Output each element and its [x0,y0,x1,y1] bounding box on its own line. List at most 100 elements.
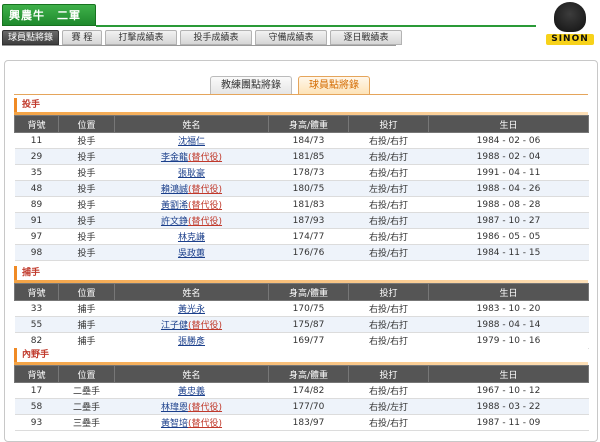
cell-birth: 1984 - 11 - 15 [428,244,589,261]
header-divider [96,25,536,27]
table-row: 35 投手 張耿豪 178/73 右投/右打 1991 - 04 - 11 [14,164,589,181]
table-row: 89 投手 黃劉浠(替代役) 181/83 右投/右打 1988 - 08 - 28 [14,196,589,213]
substitute-service-tag[interactable]: (替代役) [188,321,222,331]
cell-position: 捕手 [58,332,115,349]
cell-position: 投手 [58,196,115,213]
cell-bt: 右投/右打 [348,132,429,149]
cell-number: 55 [14,316,59,333]
player-name-link[interactable]: 黃光永 [178,305,205,315]
cell-hw: 181/83 [268,196,349,213]
cell-hw: 176/76 [268,244,349,261]
cell-birth: 1991 - 04 - 11 [428,164,589,181]
cell-position: 投手 [58,132,115,149]
cell-position: 三壘手 [58,414,115,431]
nav-players[interactable]: 球員點將錄 [2,30,59,45]
substitute-service-tag[interactable]: (替代役) [188,153,222,163]
column-header: 姓名 [114,115,269,133]
cell-birth: 1987 - 10 - 27 [428,212,589,229]
player-name-link[interactable]: 黃劉浠 [161,201,188,211]
table-row: 48 投手 賴鴻誠(替代役) 180/75 左投/右打 1988 - 04 - 26 [14,180,589,197]
table-row: 55 捕手 江子健(替代役) 175/87 右投/右打 1988 - 04 - 14 [14,316,589,333]
table-row: 11 投手 沈福仁 184/73 右投/右打 1984 - 02 - 06 [14,132,589,149]
cell-birth: 1984 - 02 - 06 [428,132,589,149]
cell-hw: 178/73 [268,164,349,181]
column-header: 位置 [58,283,115,301]
table-row: 58 二壘手 林瑋恩(替代役) 177/70 右投/左打 1988 - 03 - 22 [14,398,589,415]
player-name-cell: 黃光永 [114,300,269,317]
player-name-link[interactable]: 沈福仁 [178,137,205,147]
player-name-cell: 許文錚(替代役) [114,212,269,229]
cell-birth: 1988 - 04 - 14 [428,316,589,333]
cell-position: 投手 [58,212,115,229]
cell-number: 97 [14,228,59,245]
player-name-link[interactable]: 賴鴻誠 [161,185,188,195]
nav-daily-record[interactable]: 逐日戰績表 [330,30,402,45]
substitute-service-tag[interactable]: (替代役) [188,185,222,195]
tab-coaches[interactable]: 教練團點將錄 [210,76,292,95]
roster-table: 背號 位置 姓名 身高/體重 投打 生日 11 投手 沈福仁 184/73 右投/右打 1984 - … [14,115,589,261]
tab-players[interactable]: 球員點將錄 [298,76,370,95]
cell-birth: 1986 - 05 - 05 [428,228,589,245]
column-header: 背號 [14,283,59,301]
cell-number: 98 [14,244,59,261]
player-name-cell: 林克謙 [114,228,269,245]
column-header: 身高/體重 [268,365,349,383]
cell-hw: 170/75 [268,300,349,317]
team-title-tab[interactable]: 興農牛 二軍 [2,4,96,26]
substitute-service-tag[interactable]: (替代役) [188,403,222,413]
cell-hw: 187/93 [268,212,349,229]
table-row: 29 投手 李金龍(替代役) 181/85 右投/右打 1988 - 02 - 04 [14,148,589,165]
cell-position: 捕手 [58,316,115,333]
cell-number: 91 [14,212,59,229]
player-name-link[interactable]: 林瑋恩 [161,403,188,413]
nav-fielding-stats[interactable]: 守備成績表 [255,30,327,45]
bull-icon [554,2,586,32]
cell-number: 11 [14,132,59,149]
nav-pitching-stats[interactable]: 投手成績表 [180,30,252,45]
cell-bt: 右投/右打 [348,316,429,333]
player-name-cell: 吳政蕙 [114,244,269,261]
section-infielders: 內野手 背號 位置 姓名 身高/體重 投打 生日 17 二壘手 黃忠義 174/82 右投/右打 196… [14,348,589,431]
cell-hw: 177/70 [268,398,349,415]
cell-birth: 1987 - 11 - 09 [428,414,589,431]
cell-bt: 右投/右打 [348,196,429,213]
player-name-cell: 黃智培(替代役) [114,414,269,431]
player-name-link[interactable]: 許文錚 [161,217,188,227]
column-header: 背號 [14,365,59,383]
cell-hw: 169/77 [268,332,349,349]
nav-schedule[interactable]: 賽 程 [62,30,102,45]
player-name-cell: 李金龍(替代役) [114,148,269,165]
cell-bt: 右投/右打 [348,414,429,431]
cell-birth: 1979 - 10 - 16 [428,332,589,349]
player-name-link[interactable]: 黃忠義 [178,387,205,397]
cell-hw: 174/82 [268,382,349,399]
cell-position: 投手 [58,164,115,181]
cell-birth: 1988 - 04 - 26 [428,180,589,197]
substitute-service-tag[interactable]: (替代役) [188,419,222,429]
substitute-service-tag[interactable]: (替代役) [188,201,222,211]
player-name-link[interactable]: 林克謙 [178,233,205,243]
column-header: 身高/體重 [268,283,349,301]
cell-hw: 183/97 [268,414,349,431]
player-name-link[interactable]: 黃智培 [161,419,188,429]
cell-birth: 1983 - 10 - 20 [428,300,589,317]
player-name-link[interactable]: 張勝彥 [178,337,205,347]
table-row: 97 投手 林克謙 174/77 右投/右打 1986 - 05 - 05 [14,228,589,245]
column-header: 生日 [428,283,589,301]
sinon-bulls-logo[interactable]: SINON [544,2,596,46]
cell-number: 93 [14,414,59,431]
cell-bt: 右投/右打 [348,164,429,181]
column-header: 投打 [348,115,429,133]
section-title: 內野手 [14,348,588,362]
table-row: 93 三壘手 黃智培(替代役) 183/97 右投/右打 1987 - 11 - 09 [14,414,589,431]
player-name-link[interactable]: 李金龍 [161,153,188,163]
subtab-divider [14,94,588,95]
player-name-link[interactable]: 張耿豪 [178,169,205,179]
cell-position: 捕手 [58,300,115,317]
column-header: 投打 [348,283,429,301]
nav-batting-stats[interactable]: 打擊成績表 [105,30,177,45]
player-name-link[interactable]: 吳政蕙 [178,249,205,259]
cell-number: 58 [14,398,59,415]
player-name-link[interactable]: 江子健 [161,321,188,331]
substitute-service-tag[interactable]: (替代役) [188,217,222,227]
